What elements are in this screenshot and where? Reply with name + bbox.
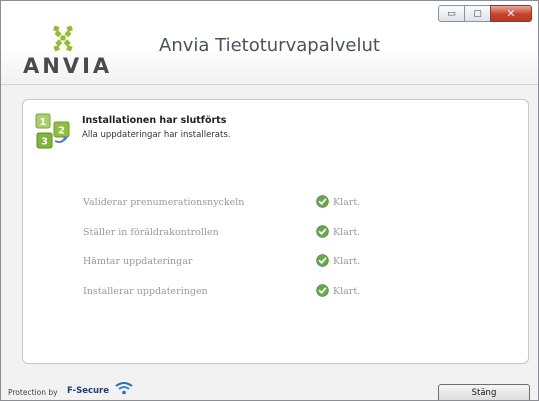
check-icon bbox=[316, 195, 329, 208]
step-row: Ställer in föräldrakontrollen Klart. bbox=[83, 224, 513, 257]
f-secure-brand: F-Secure bbox=[67, 386, 110, 396]
step-label: Installerar uppdateringen bbox=[83, 285, 208, 297]
status-subtitle: Alla uppdateringar har installerats. bbox=[82, 130, 231, 140]
header: ANVIA Anvia Tietoturvapalvelut ▭ ▢ ✕ bbox=[1, 1, 538, 85]
installation-steps-icon: 1 2 3 bbox=[35, 113, 70, 149]
logo-text: ANVIA bbox=[23, 54, 113, 78]
window-controls: ▭ ▢ ✕ bbox=[438, 5, 532, 22]
maximize-button[interactable]: ▢ bbox=[464, 5, 491, 22]
anvia-logo-mark bbox=[53, 25, 73, 52]
svg-text:2: 2 bbox=[58, 126, 65, 137]
close-icon: ✕ bbox=[506, 7, 516, 20]
check-icon bbox=[316, 224, 329, 238]
check-icon bbox=[316, 254, 329, 267]
minimize-button[interactable]: ▭ bbox=[438, 5, 465, 22]
close-window-button[interactable]: ✕ bbox=[490, 5, 532, 22]
step-list: Validerar prenumerationsnyckeln Klart. S… bbox=[83, 195, 513, 316]
step-status: Klart. bbox=[333, 285, 361, 297]
step-label: Validerar prenumerationsnyckeln bbox=[83, 197, 245, 208]
protection-label: Protection by bbox=[8, 388, 58, 397]
step-label: Hämtar uppdateringar bbox=[83, 256, 193, 267]
close-button[interactable]: Stäng bbox=[438, 384, 530, 400]
status-title: Installationen har slutförts bbox=[82, 115, 227, 126]
step-status: Klart. bbox=[333, 226, 361, 238]
svg-text:3: 3 bbox=[41, 137, 48, 148]
step-row: Installerar uppdateringen Klart. bbox=[83, 283, 513, 316]
svg-text:1: 1 bbox=[40, 117, 47, 128]
step-status: Klart. bbox=[333, 197, 361, 208]
status-panel: 1 2 3 Installationen har slutförts Alla … bbox=[22, 99, 529, 364]
maximize-icon: ▢ bbox=[473, 8, 482, 19]
f-secure-logo-icon bbox=[115, 382, 133, 395]
check-icon bbox=[316, 283, 329, 297]
step-label: Ställer in föräldrakontrollen bbox=[83, 226, 219, 238]
anvia-logo: ANVIA bbox=[23, 21, 113, 78]
step-status: Klart. bbox=[333, 256, 361, 267]
step-row: Hämtar uppdateringar Klart. bbox=[83, 254, 513, 286]
installer-window: ANVIA Anvia Tietoturvapalvelut ▭ ▢ ✕ 1 2… bbox=[0, 0, 539, 401]
minimize-icon: ▭ bbox=[447, 8, 456, 19]
step-row: Validerar prenumerationsnyckeln Klart. bbox=[83, 195, 513, 227]
app-title: Anvia Tietoturvapalvelut bbox=[159, 35, 380, 56]
